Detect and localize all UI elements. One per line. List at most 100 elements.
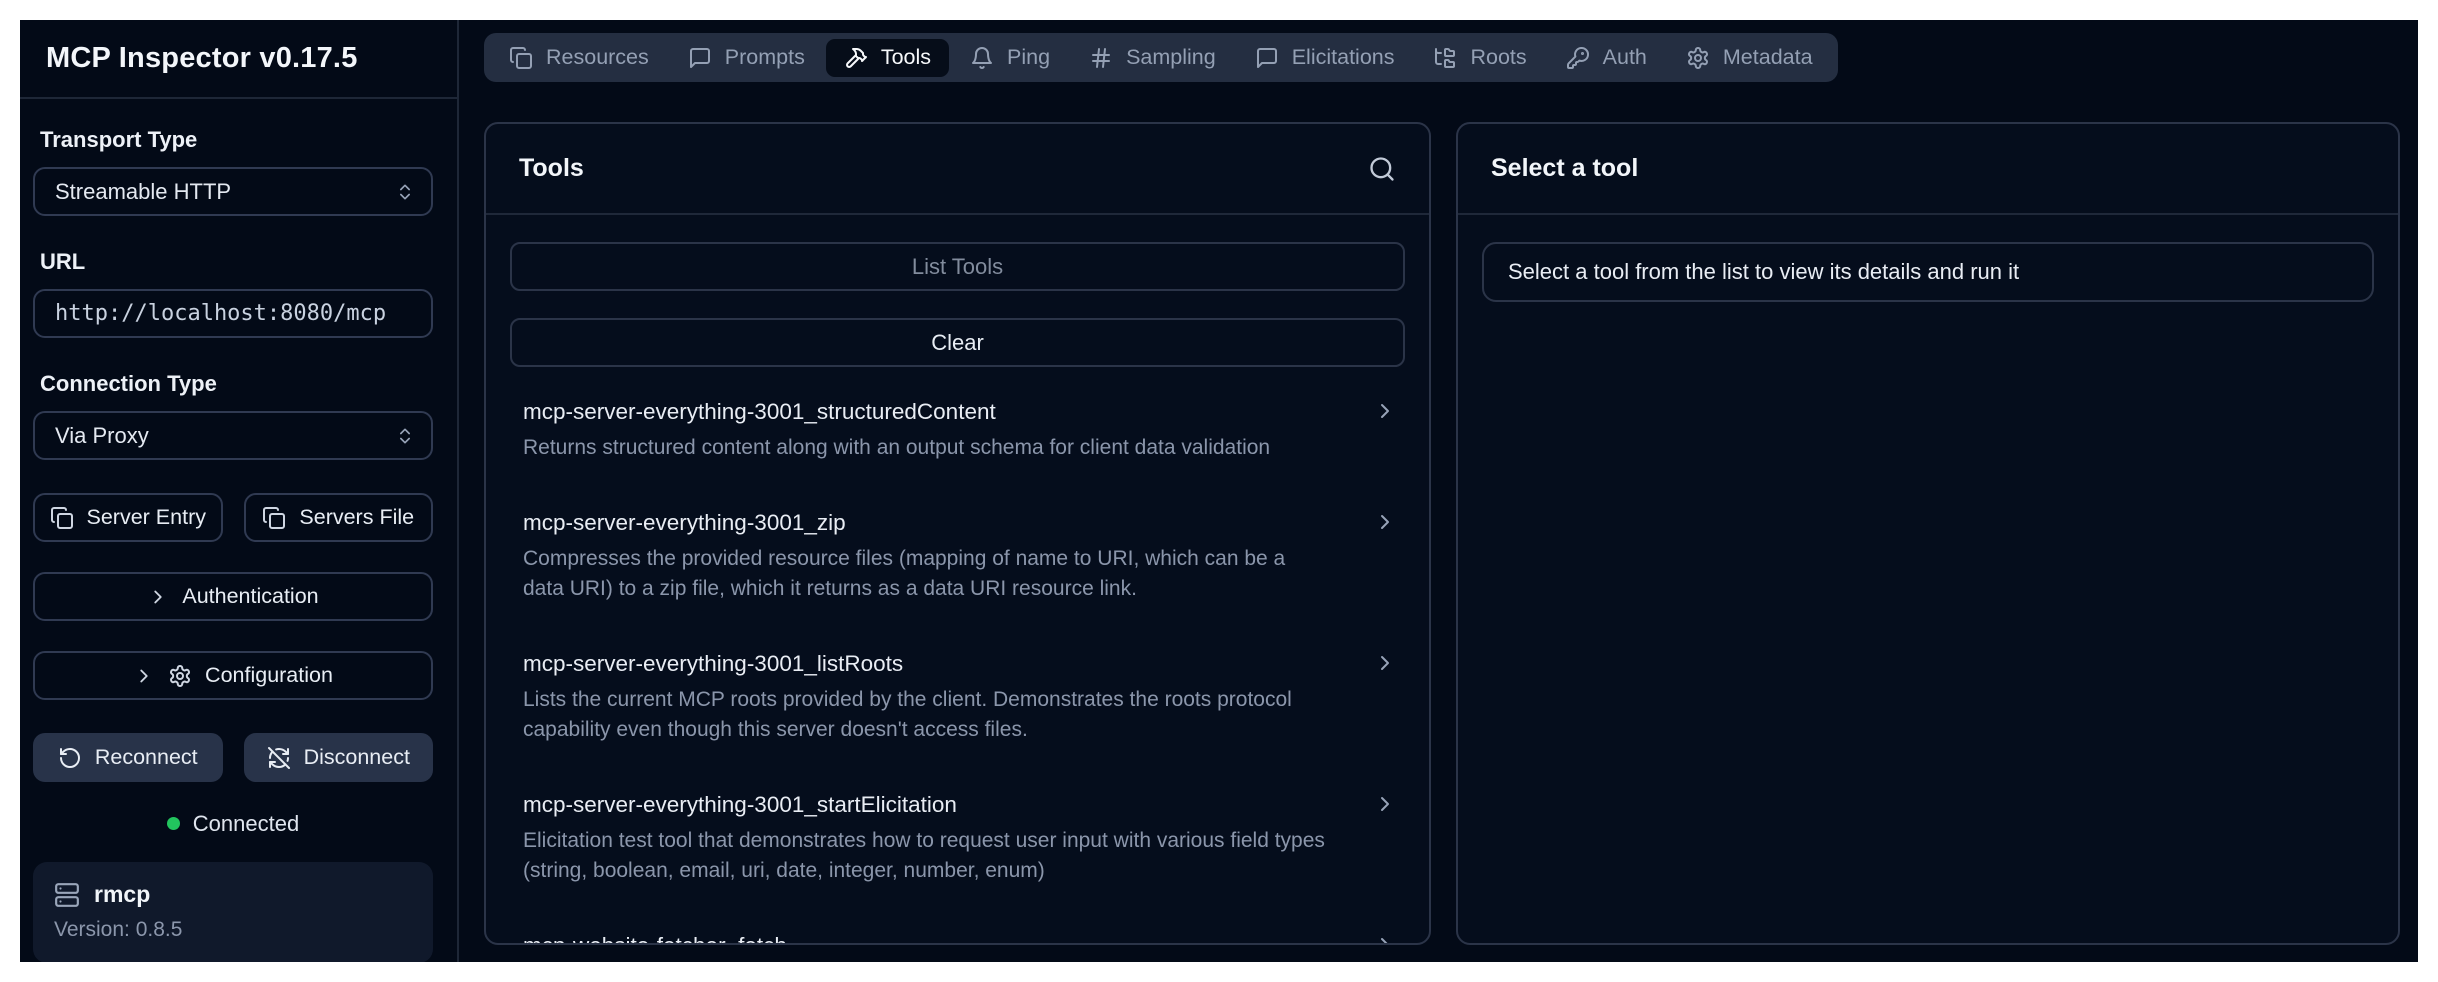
tab-label: Sampling <box>1126 45 1216 70</box>
tab-auth[interactable]: Auth <box>1548 39 1665 77</box>
transport-type-label: Transport Type <box>40 127 427 153</box>
chevrons-up-down-icon <box>395 426 415 446</box>
url-label: URL <box>40 249 427 275</box>
chevron-right-icon <box>1373 792 1397 816</box>
list-tools-button[interactable]: List Tools <box>510 242 1405 291</box>
tab-roots[interactable]: Roots <box>1415 39 1544 77</box>
tab-label: Ping <box>1007 45 1050 70</box>
disconnect-label: Disconnect <box>304 745 410 770</box>
server-card: rmcp Version: 0.8.5 <box>33 862 433 962</box>
search-icon[interactable] <box>1368 155 1396 183</box>
tab-label: Tools <box>881 45 931 70</box>
tab-sampling[interactable]: Sampling <box>1071 39 1234 77</box>
tools-panel-header: Tools <box>486 124 1429 215</box>
main-area: Resources Prompts Tools Ping Sampling El… <box>459 20 2418 962</box>
configuration-label: Configuration <box>205 663 333 688</box>
refresh-off-icon <box>267 746 291 770</box>
app-window: MCP Inspector v0.17.5 Transport Type Str… <box>20 20 2418 962</box>
tab-ping[interactable]: Ping <box>952 39 1068 77</box>
connection-type-value: Via Proxy <box>55 423 149 449</box>
copy-icon <box>262 506 286 530</box>
tab-label: Elicitations <box>1292 45 1395 70</box>
tab-prompts[interactable]: Prompts <box>670 39 823 77</box>
connection-actions-row: Reconnect Disconnect <box>33 733 433 782</box>
authentication-toggle[interactable]: Authentication <box>33 572 433 621</box>
tab-label: Prompts <box>725 45 805 70</box>
connection-status: Connected <box>33 811 433 837</box>
copy-buttons-row: Server Entry Servers File <box>33 493 433 542</box>
chevron-right-icon <box>1373 651 1397 675</box>
status-dot <box>167 817 180 830</box>
tool-description: Compresses the provided resource files (… <box>523 544 1391 604</box>
app-title-bar: MCP Inspector v0.17.5 <box>20 20 457 99</box>
tool-list-item[interactable]: mcp-server-everything-3001_structuredCon… <box>510 389 1405 473</box>
tool-name: mcp-server-everything-3001_zip <box>523 510 1391 536</box>
servers-file-button[interactable]: Servers File <box>244 493 434 542</box>
transport-type-select[interactable]: Streamable HTTP <box>33 167 433 216</box>
tab-bar: Resources Prompts Tools Ping Sampling El… <box>484 33 1838 82</box>
connection-type-label: Connection Type <box>40 371 427 397</box>
empty-state-message: Select a tool from the list to view its … <box>1482 242 2374 302</box>
tool-name: mcp-website-fetcher_fetch <box>523 933 1391 943</box>
detail-panel-body: Select a tool from the list to view its … <box>1458 215 2398 943</box>
gear-icon <box>168 664 192 688</box>
hammer-icon <box>844 46 868 70</box>
tool-detail-panel: Select a tool Select a tool from the lis… <box>1456 122 2400 945</box>
rotate-ccw-icon <box>58 746 82 770</box>
tab-label: Metadata <box>1723 45 1813 70</box>
server-entry-button[interactable]: Server Entry <box>33 493 223 542</box>
chevron-right-icon <box>147 586 169 608</box>
tab-label: Resources <box>546 45 649 70</box>
tool-name: mcp-server-everything-3001_listRoots <box>523 651 1391 677</box>
message-icon <box>688 46 712 70</box>
tool-list: mcp-server-everything-3001_structuredCon… <box>510 389 1405 943</box>
app-title: MCP Inspector v0.17.5 <box>46 42 358 75</box>
status-label: Connected <box>193 811 299 836</box>
tab-tools[interactable]: Tools <box>826 39 949 77</box>
files-icon <box>509 46 533 70</box>
tool-list-item[interactable]: mcp-website-fetcher_fetch Fetches a webs… <box>510 923 1405 943</box>
server-version: Version: 0.8.5 <box>54 918 412 942</box>
tool-description: Elicitation test tool that demonstrates … <box>523 826 1391 886</box>
sidebar: MCP Inspector v0.17.5 Transport Type Str… <box>20 20 459 962</box>
chevron-right-icon <box>1373 399 1397 423</box>
detail-panel-header: Select a tool <box>1458 124 2398 215</box>
content-area: Tools List Tools Clear mcp-server-everyt… <box>484 122 2400 945</box>
copy-icon <box>50 506 74 530</box>
tools-panel-body: List Tools Clear mcp-server-everything-3… <box>486 215 1429 943</box>
detail-panel-title: Select a tool <box>1491 154 1638 183</box>
tool-description: Returns structured content along with an… <box>523 433 1391 463</box>
tab-label: Roots <box>1470 45 1526 70</box>
connection-type-select[interactable]: Via Proxy <box>33 411 433 460</box>
tab-resources[interactable]: Resources <box>491 39 667 77</box>
tool-name: mcp-server-everything-3001_startElicitat… <box>523 792 1391 818</box>
gear-icon <box>1686 46 1710 70</box>
clear-button[interactable]: Clear <box>510 318 1405 367</box>
configuration-toggle[interactable]: Configuration <box>33 651 433 700</box>
reconnect-button[interactable]: Reconnect <box>33 733 223 782</box>
chevron-right-icon <box>133 665 155 687</box>
url-value: http://localhost:8080/mcp <box>55 301 386 326</box>
servers-file-label: Servers File <box>299 505 414 530</box>
chevrons-up-down-icon <box>395 182 415 202</box>
tool-description: Lists the current MCP roots provided by … <box>523 685 1391 745</box>
transport-type-value: Streamable HTTP <box>55 179 231 205</box>
tool-list-item[interactable]: mcp-server-everything-3001_startElicitat… <box>510 782 1405 896</box>
tab-metadata[interactable]: Metadata <box>1668 39 1831 77</box>
tool-list-item[interactable]: mcp-server-everything-3001_listRoots Lis… <box>510 641 1405 755</box>
url-input[interactable]: http://localhost:8080/mcp <box>33 289 433 338</box>
key-icon <box>1566 46 1590 70</box>
tools-panel: Tools List Tools Clear mcp-server-everyt… <box>484 122 1431 945</box>
bell-icon <box>970 46 994 70</box>
tab-elicitations[interactable]: Elicitations <box>1237 39 1413 77</box>
chevron-right-icon <box>1373 933 1397 943</box>
server-card-title: rmcp <box>54 881 412 908</box>
server-name: rmcp <box>94 881 150 908</box>
tools-panel-title: Tools <box>519 154 584 183</box>
tool-list-item[interactable]: mcp-server-everything-3001_zip Compresse… <box>510 500 1405 614</box>
hash-icon <box>1089 46 1113 70</box>
authentication-label: Authentication <box>182 584 318 609</box>
sidebar-body: Transport Type Streamable HTTP URL http:… <box>20 99 457 962</box>
disconnect-button[interactable]: Disconnect <box>244 733 434 782</box>
server-icon <box>54 882 80 908</box>
